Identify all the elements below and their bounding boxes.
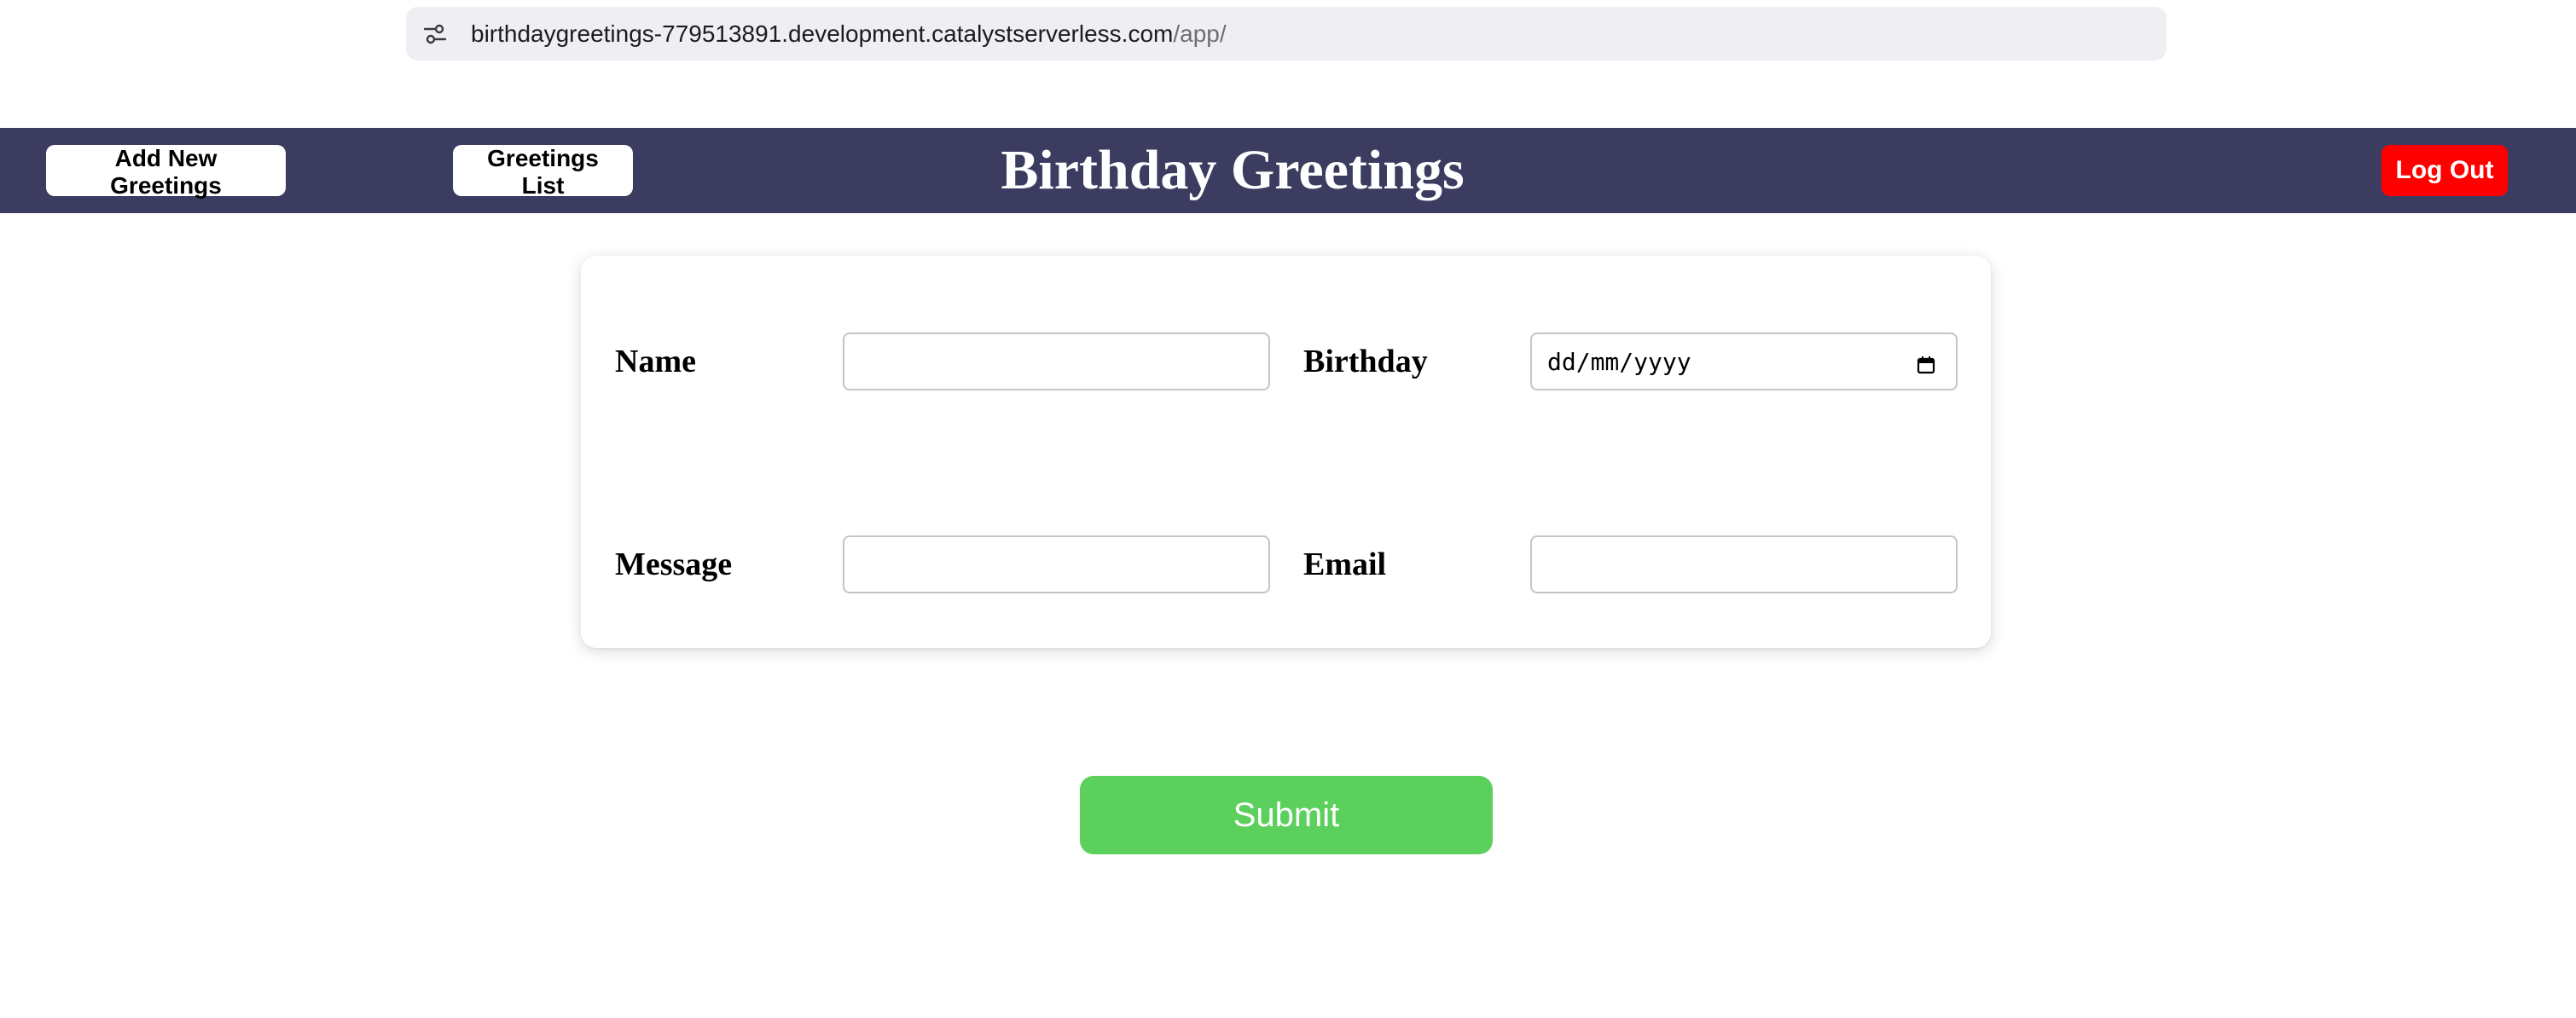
email-label: Email	[1303, 547, 1387, 582]
url-text[interactable]: birthdaygreetings-779513891.development.…	[471, 7, 1227, 61]
message-input[interactable]	[843, 535, 1270, 593]
birthday-date-input[interactable]: dd/mm/yyyy	[1530, 333, 1958, 390]
log-out-button[interactable]: Log Out	[2382, 145, 2508, 196]
birthday-label: Birthday	[1303, 344, 1428, 379]
message-label: Message	[615, 547, 733, 582]
page-title: Birthday Greetings	[1001, 139, 1465, 201]
name-label: Name	[615, 344, 696, 379]
submit-button[interactable]: Submit	[1080, 776, 1493, 854]
url-host: birthdaygreetings-779513891.development.…	[471, 20, 1174, 47]
birthday-placeholder: dd/mm/yyyy	[1547, 347, 1691, 376]
address-bar[interactable]: birthdaygreetings-779513891.development.…	[406, 7, 2167, 61]
greeting-form-card: Name Birthday dd/mm/yyyy Message Email	[581, 256, 1991, 648]
url-path: /app/	[1173, 20, 1227, 47]
site-settings-icon[interactable]	[423, 24, 447, 44]
app-header: Add New Greetings Greetings List Birthda…	[0, 128, 2576, 213]
email-input[interactable]	[1530, 535, 1958, 593]
name-input[interactable]	[843, 333, 1270, 390]
calendar-icon[interactable]	[1917, 352, 1935, 374]
